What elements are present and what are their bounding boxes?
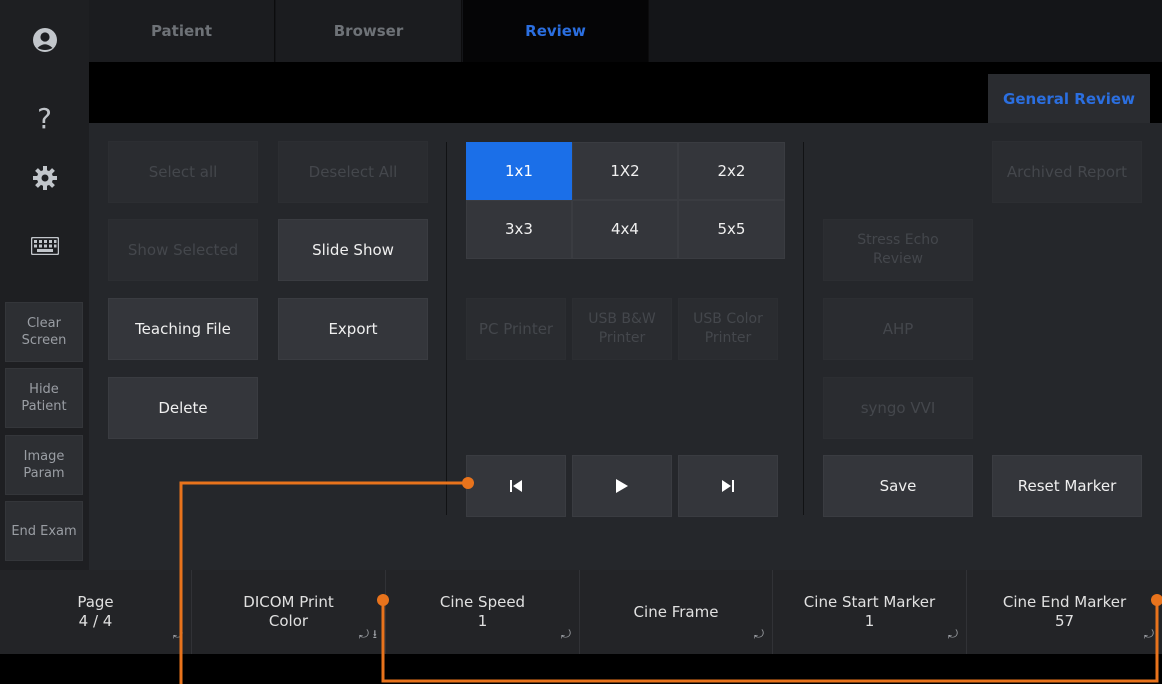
image-param-button[interactable]: Image Param [5, 435, 83, 495]
deselect-all-button[interactable]: Deselect All [278, 141, 428, 203]
dicom-print-param-label: DICOM Print [243, 593, 334, 611]
keyboard-icon[interactable] [0, 228, 89, 264]
bottom-strip [0, 654, 1162, 684]
select-all-button[interactable]: Select all [108, 141, 258, 203]
skip-to-start-button[interactable] [466, 455, 566, 517]
usb-bw-printer-button[interactable]: USB B&W Printer [572, 298, 672, 360]
hide-patient-button[interactable]: Hide Patient [5, 368, 83, 428]
layout-5x5-button[interactable]: 5x5 [678, 200, 785, 259]
cine-start-marker-param-label: Cine Start Marker [803, 593, 936, 611]
skip-to-start-icon [510, 480, 522, 492]
left-toolbar: ? Clear Screen Hide Patient Image Param … [0, 0, 89, 570]
cine-end-marker-param-label: Cine End Marker [1002, 593, 1127, 611]
cine-end-marker-param-value: 57 [1054, 612, 1075, 630]
end-exam-button[interactable]: End Exam [5, 501, 83, 561]
user-icon[interactable] [0, 20, 89, 60]
cine-start-marker-param-value: 1 [864, 612, 875, 630]
cine-frame-param[interactable]: Cine Frame ⤾ [580, 570, 773, 654]
layout-1x2-button[interactable]: 1X2 [572, 142, 678, 200]
page-param-label: Page [77, 593, 114, 611]
rotate-knob-icon: ⤾ [561, 627, 571, 641]
tab-patient[interactable]: Patient [89, 0, 275, 62]
export-button[interactable]: Export [278, 298, 428, 360]
page-param[interactable]: Page 4 / 4 ⤾ [0, 570, 192, 654]
layout-3x3-button[interactable]: 3x3 [466, 200, 572, 259]
panel-divider-left [446, 142, 447, 515]
delete-button[interactable]: Delete [108, 377, 258, 439]
save-button[interactable]: Save [823, 455, 973, 517]
tab-browser[interactable]: Browser [276, 0, 462, 62]
cine-start-marker-param[interactable]: Cine Start Marker 1 ⤾ [773, 570, 967, 654]
dicom-print-param-value: Color [268, 612, 309, 630]
cine-speed-param-label: Cine Speed [439, 593, 526, 611]
parameter-bar: Page 4 / 4 ⤾ DICOM Print Color ⤾ ⭳ Cine … [0, 570, 1162, 654]
teaching-file-button[interactable]: Teaching File [108, 298, 258, 360]
help-icon[interactable]: ? [0, 98, 89, 138]
ahp-button[interactable]: AHP [823, 298, 973, 360]
cine-speed-param-value: 1 [477, 612, 488, 630]
rotate-knob-icon: ⤾ [173, 627, 183, 641]
dicom-print-param[interactable]: DICOM Print Color ⤾ ⭳ [192, 570, 386, 654]
show-selected-button[interactable]: Show Selected [108, 219, 258, 281]
rotate-knob-icon: ⤾ [1144, 627, 1154, 641]
clear-screen-button[interactable]: Clear Screen [5, 302, 83, 362]
layout-4x4-button[interactable]: 4x4 [572, 200, 678, 259]
skip-to-end-icon [722, 480, 734, 492]
cine-speed-param[interactable]: Cine Speed 1 ⤾ [386, 570, 580, 654]
pc-printer-button[interactable]: PC Printer [466, 298, 566, 360]
tab-review[interactable]: Review [463, 0, 649, 62]
skip-to-end-button[interactable] [678, 455, 778, 517]
layout-1x1-button[interactable]: 1x1 [466, 142, 572, 200]
top-tab-bar: Patient Browser Review [89, 0, 1162, 62]
stress-echo-review-button[interactable]: Stress Echo Review [823, 219, 973, 281]
rotate-knob-icon: ⤾ [948, 627, 958, 641]
layout-2x2-button[interactable]: 2x2 [678, 142, 785, 200]
reset-marker-button[interactable]: Reset Marker [992, 455, 1142, 517]
play-icon [616, 479, 628, 493]
archived-report-button[interactable]: Archived Report [992, 141, 1142, 203]
syngo-vvi-button[interactable]: syngo VVI [823, 377, 973, 439]
slide-show-button[interactable]: Slide Show [278, 219, 428, 281]
rotate-push-knob-icon: ⤾ ⭳ [358, 627, 377, 641]
usb-color-printer-button[interactable]: USB Color Printer [678, 298, 778, 360]
gear-icon[interactable] [0, 158, 89, 198]
rotate-knob-icon: ⤾ [754, 627, 764, 641]
play-button[interactable] [572, 455, 672, 517]
tab-general-review[interactable]: General Review [988, 74, 1150, 123]
panel-divider-right [803, 142, 804, 515]
cine-end-marker-param[interactable]: Cine End Marker 57 ⤾ [967, 570, 1162, 654]
cine-frame-param-label: Cine Frame [633, 602, 719, 621]
page-param-value: 4 / 4 [78, 612, 113, 630]
